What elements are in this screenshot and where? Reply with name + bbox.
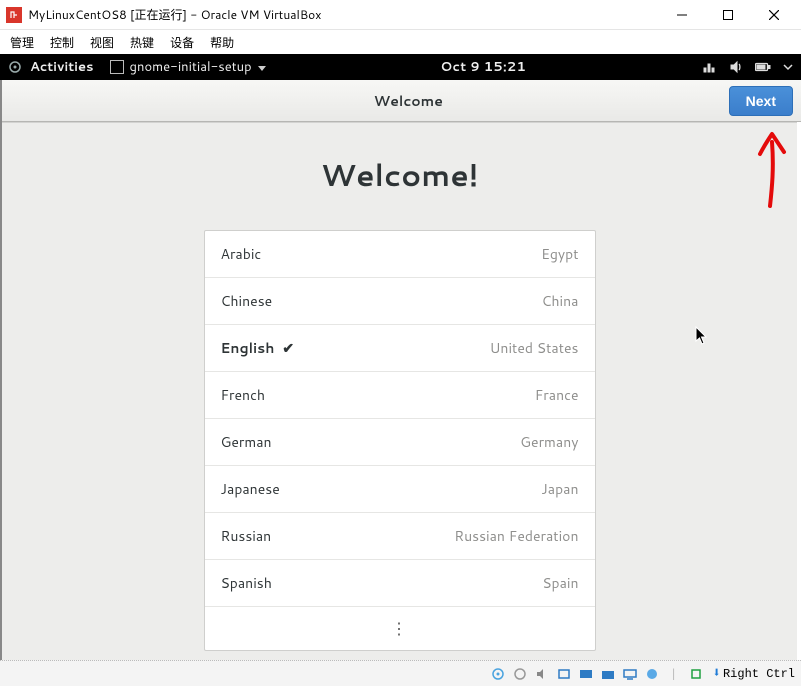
language-region: Germany — [520, 432, 578, 452]
activities-icon[interactable] — [8, 60, 22, 74]
check-icon: ✔ — [282, 338, 294, 358]
host-menu-hotkeys[interactable]: 热键 — [130, 34, 154, 51]
headerbar-title: Welcome — [374, 91, 443, 111]
language-row[interactable]: English ✔ United States — [205, 325, 595, 372]
vb-hdd-icon[interactable] — [489, 666, 507, 682]
hostkey-arrow-icon: ⬇ — [713, 665, 721, 682]
language-row[interactable]: German Germany — [205, 419, 595, 466]
vb-usb-icon[interactable] — [555, 666, 573, 682]
hostkey-label: Right Ctrl — [723, 667, 795, 681]
language-row[interactable]: Spanish Spain — [205, 560, 595, 607]
appmenu-label: gnome-initial-setup — [130, 58, 252, 76]
language-name: German — [221, 432, 272, 452]
vb-mouse-capture-icon[interactable] — [687, 666, 705, 682]
more-icon: ⋮ — [391, 617, 408, 640]
language-row[interactable]: Russian Russian Federation — [205, 513, 595, 560]
language-region: United States — [490, 338, 579, 358]
vb-optical-icon[interactable] — [511, 666, 529, 682]
host-window-titlebar: MyLinuxCentOS8 [正在运行] - Oracle VM Virtua… — [0, 0, 801, 30]
host-menu-control[interactable]: 控制 — [50, 34, 74, 51]
language-region: Japan — [541, 479, 578, 499]
language-row[interactable]: Chinese China — [205, 278, 595, 325]
host-menu-help[interactable]: 帮助 — [210, 34, 234, 51]
language-region: China — [542, 291, 579, 311]
host-menu-view[interactable]: 视图 — [90, 34, 114, 51]
language-row[interactable]: Japanese Japan — [205, 466, 595, 513]
language-name: Spanish — [221, 573, 272, 593]
appmenu-button[interactable]: gnome-initial-setup — [102, 58, 266, 76]
language-region: France — [535, 385, 579, 405]
language-name: Chinese — [221, 291, 273, 311]
host-maximize-button[interactable] — [705, 0, 751, 30]
vb-divider: | — [665, 666, 683, 682]
language-region: Russian Federation — [454, 526, 578, 546]
appmenu-icon — [110, 60, 124, 74]
host-close-button[interactable] — [751, 0, 797, 30]
language-name: Japanese — [221, 479, 280, 499]
language-region: Egypt — [541, 244, 578, 264]
vb-recording-icon[interactable] — [643, 666, 661, 682]
host-window-title: MyLinuxCentOS8 [正在运行] - Oracle VM Virtua… — [28, 6, 659, 23]
host-menu-devices[interactable]: 设备 — [170, 34, 194, 51]
language-name: Arabic — [221, 244, 262, 264]
language-region: Spain — [542, 573, 578, 593]
gnome-initial-setup-page: Welcome! Arabic Egypt Chinese China English ✔… — [2, 122, 797, 660]
network-icon — [701, 60, 717, 74]
more-languages-button[interactable]: ⋮ — [205, 607, 595, 650]
host-minimize-button[interactable] — [659, 0, 705, 30]
gnome-clock[interactable]: Oct 9 15:21 — [274, 58, 693, 76]
gnome-top-panel: Activities gnome-initial-setup Oct 9 15:… — [0, 54, 801, 80]
virtualbox-vm-icon — [6, 7, 22, 23]
vb-statusbar: | ⬇ Right Ctrl — [0, 660, 801, 686]
language-name: French — [221, 385, 266, 405]
activities-button[interactable]: Activities — [30, 58, 94, 76]
battery-icon — [755, 61, 771, 73]
welcome-heading: Welcome! — [2, 153, 797, 196]
host-menubar: 管理 控制 视图 热键 设备 帮助 — [0, 30, 801, 54]
vb-display-icon[interactable] — [621, 666, 639, 682]
language-row[interactable]: Arabic Egypt — [205, 231, 595, 278]
gnome-headerbar: Welcome Next — [0, 80, 801, 122]
chevron-down-icon — [258, 66, 266, 71]
vb-network-icon[interactable] — [577, 666, 595, 682]
language-row[interactable]: French France — [205, 372, 595, 419]
language-list: Arabic Egypt Chinese China English ✔ United St… — [204, 230, 596, 651]
vb-hostkey-indicator[interactable]: ⬇ Right Ctrl — [713, 665, 795, 682]
gnome-status-area[interactable] — [701, 60, 793, 74]
host-menu-manage[interactable]: 管理 — [10, 34, 34, 51]
volume-icon — [729, 60, 743, 74]
chevron-down-icon — [783, 62, 793, 72]
vb-shared-folder-icon[interactable] — [599, 666, 617, 682]
language-name: English — [221, 338, 275, 358]
language-name: Russian — [221, 526, 272, 546]
next-button[interactable]: Next — [729, 86, 793, 116]
vb-audio-icon[interactable] — [533, 666, 551, 682]
